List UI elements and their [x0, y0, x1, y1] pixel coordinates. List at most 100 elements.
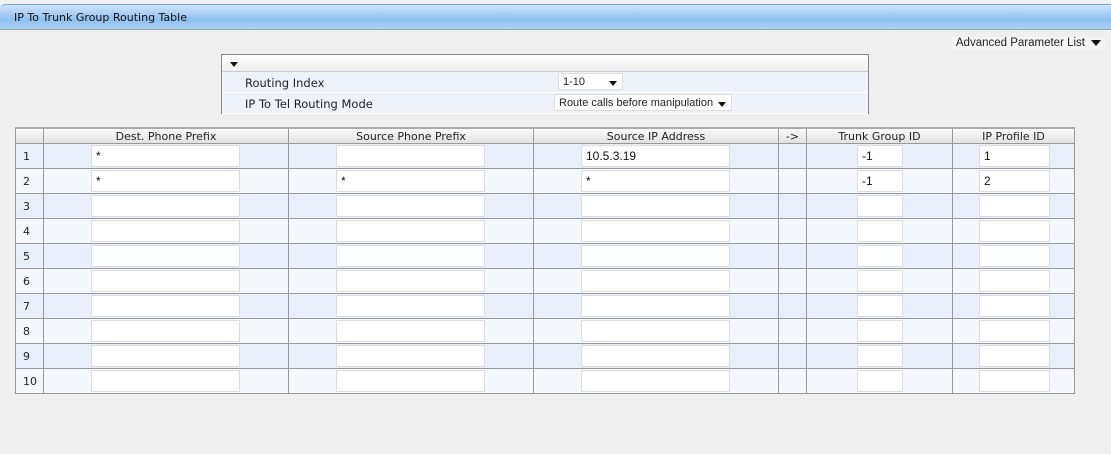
source-phone-prefix-input[interactable]: [336, 245, 485, 267]
trunk-cell: [806, 318, 953, 344]
ip-profile-id-input[interactable]: [979, 320, 1050, 342]
src-phone-cell: [288, 268, 534, 294]
dest-cell: [43, 268, 289, 294]
profile-cell: [952, 343, 1075, 369]
routing-mode-value: Route calls before manipulation: [559, 97, 714, 109]
source-ip-address-value: *: [586, 174, 591, 188]
src-ip-cell: [533, 268, 779, 294]
table-row: 8: [15, 318, 1075, 344]
source-phone-prefix-input[interactable]: [336, 270, 485, 292]
row-index: 8: [15, 318, 44, 344]
parameters-panel: Routing Index 1-10 IP To Tel Routing Mod…: [221, 54, 869, 114]
source-ip-address-input[interactable]: *: [581, 170, 730, 192]
source-ip-address-input[interactable]: [581, 270, 730, 292]
arrow-cell: [778, 243, 807, 269]
ip-profile-id-input[interactable]: [979, 195, 1050, 217]
ip-profile-id-value: 2: [984, 174, 991, 188]
ip-profile-id-input[interactable]: [979, 245, 1050, 267]
src-ip-cell: [533, 318, 779, 344]
dest-phone-prefix-input[interactable]: [91, 370, 240, 392]
table-row: 9: [15, 343, 1075, 369]
source-phone-prefix-input[interactable]: *: [336, 170, 485, 192]
table-row: 10: [15, 368, 1075, 394]
source-ip-address-input[interactable]: [581, 295, 730, 317]
source-phone-prefix-input[interactable]: [336, 320, 485, 342]
arrow-cell: [778, 143, 807, 169]
collapse-toggle[interactable]: [222, 55, 868, 72]
trunk-group-id-input[interactable]: [857, 320, 903, 342]
trunk-group-id-input[interactable]: [857, 370, 903, 392]
ip-profile-id-input[interactable]: [979, 220, 1050, 242]
ip-profile-id-input[interactable]: [979, 345, 1050, 367]
src-phone-cell: [288, 293, 534, 319]
dest-phone-prefix-input[interactable]: [91, 195, 240, 217]
dest-phone-prefix-input[interactable]: [91, 320, 240, 342]
col-trunk-group-id: Trunk Group ID: [806, 127, 953, 144]
ip-profile-id-input[interactable]: [979, 370, 1050, 392]
trunk-group-id-input[interactable]: [857, 270, 903, 292]
source-ip-address-input[interactable]: [581, 195, 730, 217]
advanced-parameter-list-label: Advanced Parameter List: [955, 37, 1085, 49]
source-ip-address-input[interactable]: [581, 320, 730, 342]
ip-profile-id-input[interactable]: 1: [979, 145, 1050, 167]
dest-phone-prefix-input[interactable]: *: [91, 145, 240, 167]
dest-cell: [43, 318, 289, 344]
trunk-group-id-input[interactable]: [857, 195, 903, 217]
ip-profile-id-input[interactable]: [979, 270, 1050, 292]
src-phone-cell: [288, 143, 534, 169]
row-index: 4: [15, 218, 44, 244]
advanced-parameter-list-link[interactable]: Advanced Parameter List: [951, 37, 1105, 49]
source-ip-address-input[interactable]: 10.5.3.19: [581, 145, 730, 167]
source-ip-address-input[interactable]: [581, 345, 730, 367]
source-phone-prefix-input[interactable]: [336, 370, 485, 392]
trunk-cell: [806, 193, 953, 219]
source-ip-address-value: 10.5.3.19: [586, 149, 637, 163]
trunk-group-id-input[interactable]: -1: [857, 145, 903, 167]
source-phone-prefix-input[interactable]: [336, 220, 485, 242]
dest-cell: *: [43, 168, 289, 194]
dest-phone-prefix-input[interactable]: [91, 245, 240, 267]
profile-cell: [952, 318, 1075, 344]
routing-mode-select[interactable]: Route calls before manipulation: [554, 94, 732, 111]
trunk-group-id-input[interactable]: [857, 220, 903, 242]
arrow-cell: [778, 268, 807, 294]
dest-cell: [43, 243, 289, 269]
source-phone-prefix-input[interactable]: [336, 295, 485, 317]
trunk-group-id-input[interactable]: [857, 295, 903, 317]
trunk-group-id-input[interactable]: -1: [857, 170, 903, 192]
trunk-cell: [806, 368, 953, 394]
profile-cell: [952, 243, 1075, 269]
source-ip-address-input[interactable]: [581, 370, 730, 392]
row-index: 3: [15, 193, 44, 219]
ip-profile-id-input[interactable]: 2: [979, 170, 1050, 192]
row-index: 10: [15, 368, 44, 394]
routing-mode-label: IP To Tel Routing Mode: [245, 97, 373, 111]
dest-phone-prefix-input[interactable]: *: [91, 170, 240, 192]
trunk-group-id-input[interactable]: [857, 245, 903, 267]
arrow-cell: [778, 193, 807, 219]
row-index: 7: [15, 293, 44, 319]
source-phone-prefix-input[interactable]: [336, 345, 485, 367]
dest-phone-prefix-input[interactable]: [91, 345, 240, 367]
dest-phone-prefix-input[interactable]: [91, 270, 240, 292]
page-title-bar: IP To Trunk Group Routing Table: [0, 4, 1111, 30]
dest-phone-prefix-input[interactable]: [91, 295, 240, 317]
table-row: 5: [15, 243, 1075, 269]
dest-cell: [43, 343, 289, 369]
trunk-cell: [806, 268, 953, 294]
source-ip-address-input[interactable]: [581, 220, 730, 242]
arrow-cell: [778, 318, 807, 344]
source-phone-prefix-input[interactable]: [336, 145, 485, 167]
source-phone-prefix-input[interactable]: [336, 195, 485, 217]
col-arrow: ->: [778, 127, 807, 144]
ip-profile-id-input[interactable]: [979, 295, 1050, 317]
dest-phone-prefix-input[interactable]: [91, 220, 240, 242]
trunk-group-id-input[interactable]: [857, 345, 903, 367]
source-ip-address-input[interactable]: [581, 245, 730, 267]
trunk-cell: -1: [806, 168, 953, 194]
routing-index-select[interactable]: 1-10: [558, 73, 623, 90]
col-index: [15, 127, 44, 144]
col-source-ip-address: Source IP Address: [533, 127, 779, 144]
routing-index-row: Routing Index 1-10: [222, 72, 868, 93]
trunk-group-id-value: -1: [862, 149, 873, 163]
